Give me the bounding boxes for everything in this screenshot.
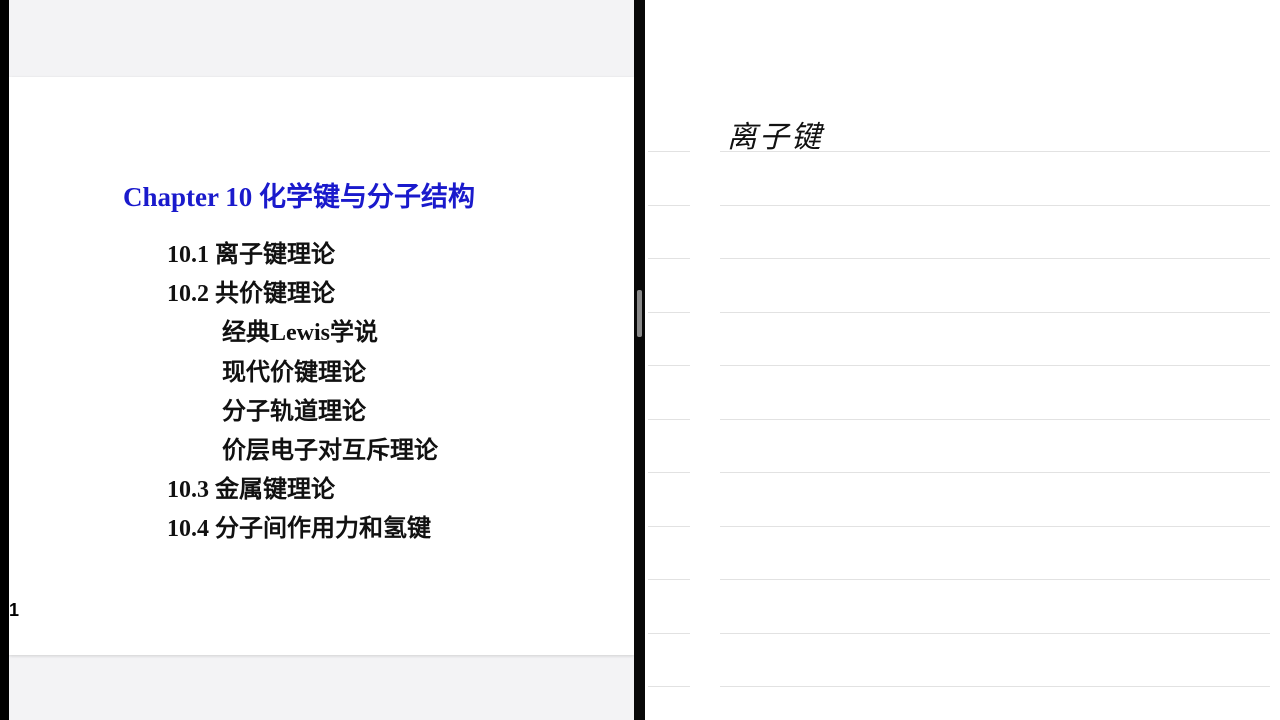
ruled-line — [648, 686, 690, 687]
ruled-line — [720, 472, 1270, 473]
outline-item: 价层电子对互斥理论 — [222, 438, 438, 464]
outline-item: 10.2 共价键理论 — [167, 281, 335, 308]
ruled-line — [648, 632, 690, 634]
page-number: 1 — [9, 600, 20, 620]
left-edge — [0, 0, 9, 720]
ruled-line — [720, 311, 1270, 313]
ruled-line — [720, 204, 1270, 206]
ruled-line — [720, 365, 1270, 366]
pane-divider[interactable] — [634, 0, 645, 720]
outline-item: 10.4 分子间作用力和氢键 — [167, 516, 431, 543]
outline-item: 10.1 离子键理论 — [167, 242, 335, 268]
outline-item: 分子轨道理论 — [222, 398, 366, 425]
outline-item: 经典Lewis学说 — [222, 320, 378, 347]
ruled-line — [720, 525, 1270, 527]
slide-title: Chapter 10 化学键与分子结构 — [123, 182, 476, 212]
outline-item: 现代价键理论 — [222, 359, 366, 386]
ruled-line — [648, 418, 690, 420]
ruled-line — [720, 632, 1270, 634]
ruled-line — [720, 418, 1270, 420]
ruled-line — [648, 258, 690, 259]
ruled-line — [648, 579, 690, 580]
slide: Chapter 10 化学键与分子结构 10.1 离子键理论 10.2 共价键理论… — [9, 77, 634, 655]
ruled-line — [648, 311, 690, 313]
ruled-line — [720, 686, 1270, 687]
ruled-line — [720, 579, 1270, 580]
ruled-line — [648, 365, 690, 366]
divider-drag-handle[interactable] — [637, 290, 642, 337]
ruled-line — [648, 525, 690, 527]
ruled-line — [648, 472, 690, 473]
notes-pane[interactable]: 离子键 — [645, 0, 1280, 720]
handwritten-note: 离子键 — [727, 120, 823, 155]
slide-pane: Chapter 10 化学键与分子结构 10.1 离子键理论 10.2 共价键理论… — [9, 0, 634, 720]
outline-item: 10.3 金属键理论 — [167, 477, 335, 504]
ruled-line — [720, 258, 1270, 259]
ruled-line — [648, 204, 690, 206]
ruled-line — [648, 151, 690, 152]
